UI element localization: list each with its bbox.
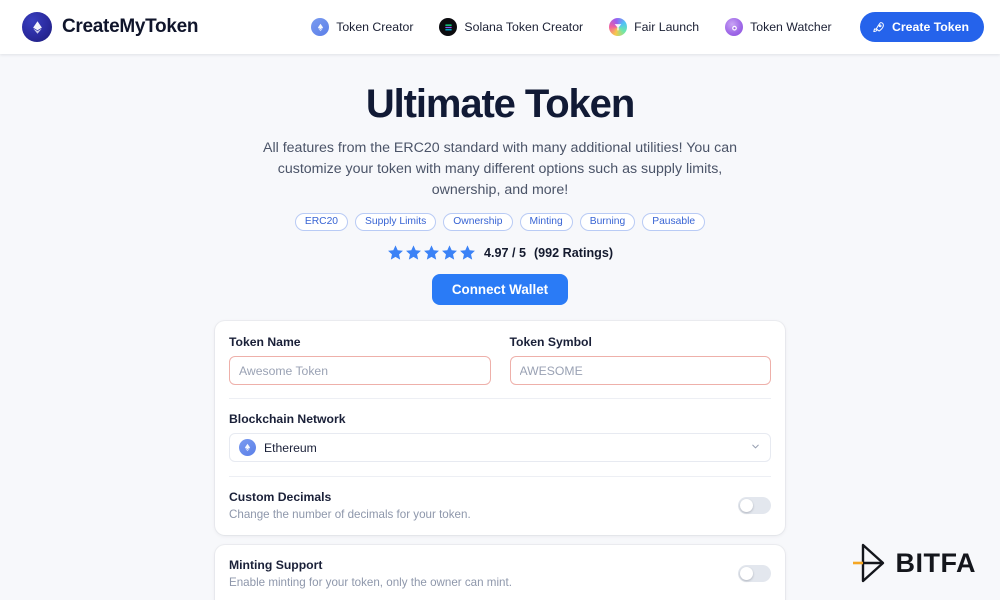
badge-burning: Burning <box>579 213 636 231</box>
hero-subtitle: All features from the ERC20 standard wit… <box>263 140 737 198</box>
nav-label: Token Creator <box>336 20 414 34</box>
token-symbol-label: Token Symbol <box>509 335 592 349</box>
page-title: Ultimate Token <box>365 82 635 126</box>
star-icon <box>442 245 457 260</box>
rating-row: 4.97 / 5 (992 Ratings) <box>0 244 1000 261</box>
custom-decimals-title: Custom Decimals <box>229 490 332 504</box>
connect-wallet-button[interactable]: Connect Wallet <box>431 274 569 305</box>
star-icon <box>460 245 475 260</box>
nav-label: Solana Token Creator <box>464 20 584 34</box>
hero-section: Ultimate Token All features from the ERC… <box>0 54 1000 305</box>
token-symbol-input[interactable] <box>509 356 771 385</box>
nav-item-fair-launch[interactable]: Fair Launch <box>609 18 699 36</box>
custom-decimals-description: Change the number of decimals for your t… <box>229 508 471 521</box>
badge-pausable: Pausable <box>642 213 706 231</box>
blockchain-network-select[interactable]: Ethereum <box>229 433 771 462</box>
custom-decimals-texts: Custom Decimals Change the number of dec… <box>229 490 726 521</box>
custom-decimals-toggle[interactable] <box>738 497 771 514</box>
blockchain-network-label: Blockchain Network <box>229 412 346 426</box>
main-nav: Token Creator Solana Token Creator Fair … <box>311 18 832 36</box>
create-token-button[interactable]: Create Token <box>860 12 984 42</box>
connect-wallet-wrap: Connect Wallet <box>0 274 1000 305</box>
token-name-label: Token Name <box>229 335 301 349</box>
feature-badges: ERC20 Supply Limits Ownership Minting Bu… <box>0 213 1000 231</box>
token-watcher-icon <box>725 18 744 36</box>
bitfa-logo-icon <box>851 542 887 584</box>
rating-count: (992 Ratings) <box>533 245 614 260</box>
bitfa-watermark: BITFA <box>851 542 977 584</box>
nav-label: Fair Launch <box>634 20 700 34</box>
bitfa-wordmark: BITFA <box>895 547 976 578</box>
ethereum-diamond-icon <box>22 12 52 42</box>
ethereum-icon <box>311 18 330 36</box>
minting-support-row: Minting Support Enable minting for your … <box>229 545 771 600</box>
chevron-down-icon <box>750 439 761 457</box>
minting-support-description: Enable minting for your token, only the … <box>229 576 512 589</box>
badge-supply-limits: Supply Limits <box>355 213 437 231</box>
nav-item-token-watcher[interactable]: Token Watcher <box>725 18 832 36</box>
minting-support-toggle[interactable] <box>738 565 771 582</box>
ethereum-icon <box>239 439 256 456</box>
rating-score: 4.97 / 5 <box>483 245 526 260</box>
blockchain-network-field: Blockchain Network Ethereum <box>229 399 771 476</box>
token-features-card: Minting Support Enable minting for your … <box>215 545 785 600</box>
token-symbol-field: Token Symbol <box>509 335 771 385</box>
token-name-field: Token Name <box>229 335 491 385</box>
fair-launch-icon <box>609 18 628 36</box>
rocket-icon <box>872 21 885 34</box>
site-header: CreateMyToken Token Creator Solana Token… <box>0 0 1000 54</box>
brand-name: CreateMyToken <box>62 16 199 37</box>
star-icon <box>388 245 403 260</box>
token-name-input[interactable] <box>229 356 491 385</box>
blockchain-network-value: Ethereum <box>264 440 317 455</box>
nav-label: Token Watcher <box>750 20 832 34</box>
badge-erc20: ERC20 <box>294 213 349 231</box>
nav-item-token-creator[interactable]: Token Creator <box>311 18 413 36</box>
minting-support-texts: Minting Support Enable minting for your … <box>229 558 726 589</box>
nav-item-solana-token-creator[interactable]: Solana Token Creator <box>439 18 583 36</box>
custom-decimals-row: Custom Decimals Change the number of dec… <box>229 477 771 535</box>
create-token-label: Create Token <box>892 20 969 34</box>
star-icon <box>424 245 439 260</box>
name-symbol-row: Token Name Token Symbol <box>229 321 771 398</box>
brand-logo[interactable]: CreateMyToken <box>22 12 198 42</box>
solana-icon <box>439 18 458 36</box>
minting-support-title: Minting Support <box>229 558 323 572</box>
badge-minting: Minting <box>519 213 573 231</box>
badge-ownership: Ownership <box>443 213 513 231</box>
star-icon <box>406 245 421 260</box>
token-config-card: Token Name Token Symbol Blockchain Netwo… <box>215 321 785 535</box>
star-rating <box>387 244 476 261</box>
token-form: Token Name Token Symbol Blockchain Netwo… <box>215 321 785 600</box>
